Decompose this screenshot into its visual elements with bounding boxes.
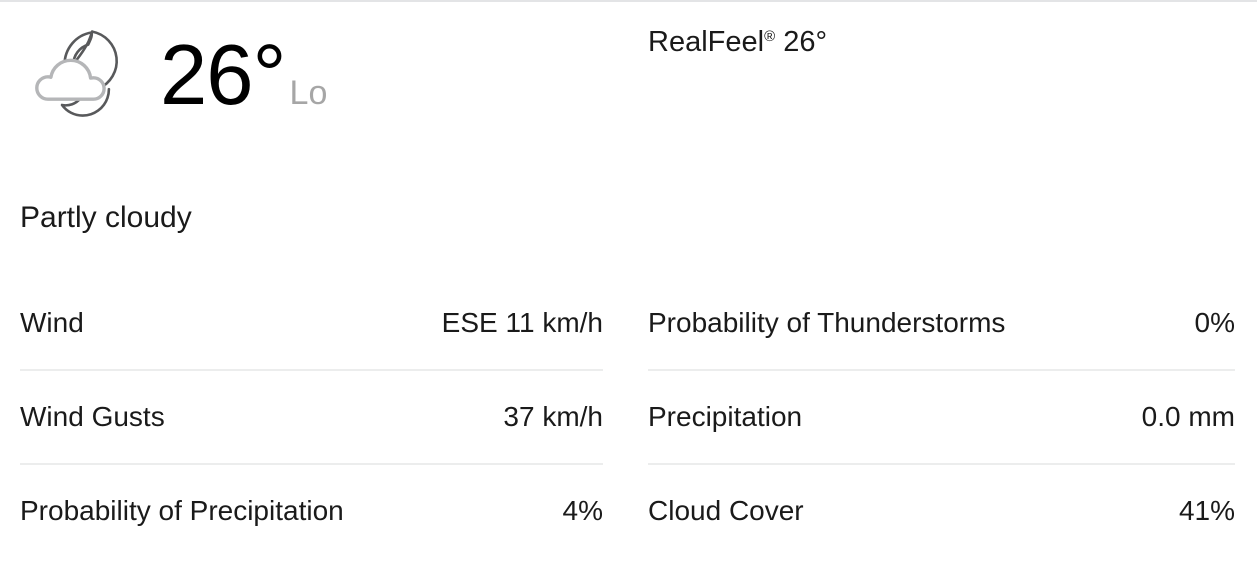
detail-label: Precipitation [648, 401, 803, 432]
detail-value: 4% [562, 495, 603, 526]
current-temperature-block: 26° Lo [20, 16, 327, 134]
temperature-readout: 26° Lo [160, 33, 327, 118]
detail-label: Probability of Precipitation [20, 495, 344, 526]
table-row: Probability of Precipitation 4% [20, 465, 603, 557]
realfeel-value: 26° [783, 26, 828, 58]
detail-label: Wind [20, 307, 84, 338]
temperature-qualifier: Lo [289, 73, 328, 112]
table-row: Cloud Cover 41% [648, 465, 1235, 557]
detail-label: Cloud Cover [648, 495, 804, 526]
detail-value: 37 km/h [503, 401, 603, 432]
realfeel-label: RealFeel [648, 26, 765, 58]
weather-phrase: Partly cloudy [20, 201, 192, 234]
table-row: Wind Gusts 37 km/h [20, 371, 603, 465]
weather-detail-panel: 26° Lo RealFeel® 26° Partly cloudy Wind … [0, 0, 1257, 579]
detail-label: Probability of Thunderstorms [648, 307, 1006, 338]
detail-value: 41% [1178, 495, 1235, 526]
current-conditions-summary: 26° Lo RealFeel® 26° Partly cloudy [0, 2, 1257, 234]
details-right-column: Probability of Thunderstorms 0% Precipit… [648, 277, 1235, 557]
moon-with-cloud-icon [35, 30, 118, 117]
detail-value: 0.0 mm [1141, 401, 1235, 432]
table-row: Precipitation 0.0 mm [648, 371, 1235, 465]
table-row: Wind ESE 11 km/h [20, 277, 603, 371]
table-row: Probability of Thunderstorms 0% [648, 277, 1235, 371]
weather-details-grid: Wind ESE 11 km/h Wind Gusts 37 km/h Prob… [0, 277, 1257, 557]
detail-label: Wind Gusts [20, 401, 165, 432]
detail-value: 0% [1194, 307, 1235, 338]
registered-trademark-icon: ® [764, 28, 776, 45]
detail-value: ESE 11 km/h [441, 307, 603, 338]
details-left-column: Wind ESE 11 km/h Wind Gusts 37 km/h Prob… [20, 277, 603, 557]
realfeel-readout: RealFeel® 26° [648, 25, 827, 60]
temperature-value: 26° [160, 27, 287, 123]
